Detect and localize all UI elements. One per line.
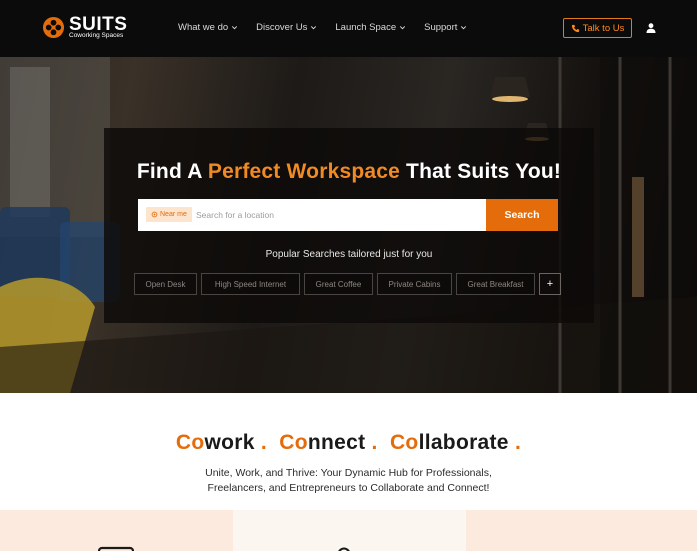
hero-headline: Find A Perfect Workspace That Suits You!: [104, 160, 594, 184]
top-navbar: SUITS Coworking Spaces What we do Discov…: [0, 0, 697, 57]
tagline-description: Unite, Work, and Thrive: Your Dynamic Hu…: [0, 466, 697, 496]
popular-searches-title: Popular Searches tailored just for you: [265, 249, 433, 260]
tagline-dot: .: [514, 431, 522, 454]
chevron-down-icon: [232, 26, 238, 30]
menu-label: What we do: [178, 22, 229, 33]
tagline-word1: work: [204, 431, 255, 454]
location-search-input[interactable]: [196, 199, 481, 231]
chevron-down-icon: [311, 26, 317, 30]
headline-post: That Suits You!: [406, 160, 562, 183]
user-icon[interactable]: [645, 22, 657, 34]
tagline-word3-accent: Co: [389, 431, 419, 454]
main-menu: What we do Discover Us Launch Space Supp…: [178, 22, 485, 33]
tagline-word2: nnect: [307, 431, 366, 454]
more-chips-button[interactable]: +: [539, 273, 561, 295]
location-pin-icon: [338, 547, 350, 551]
chip-high-speed-internet[interactable]: High Speed Internet: [201, 273, 300, 295]
near-me-button[interactable]: Near me: [146, 207, 192, 222]
description-line-1: Unite, Work, and Thrive: Your Dynamic Hu…: [205, 467, 492, 479]
description-line-2: Freelancers, and Entrepreneurs to Collab…: [207, 482, 490, 494]
talk-to-us-label: Talk to Us: [582, 22, 625, 34]
crosshair-icon: [151, 211, 158, 218]
chevron-down-icon: [400, 26, 406, 30]
menu-discover-us[interactable]: Discover Us: [256, 22, 318, 33]
feature-card: [0, 510, 233, 551]
menu-support[interactable]: Support: [424, 22, 468, 33]
phone-icon: [571, 24, 579, 32]
popular-search-chips: Open Desk High Speed Internet Great Coff…: [134, 273, 561, 295]
chip-open-desk[interactable]: Open Desk: [134, 273, 197, 295]
feature-cards: [0, 510, 697, 551]
chevron-down-icon: [461, 26, 467, 30]
menu-label: Launch Space: [335, 22, 397, 33]
tagline-dot: .: [260, 431, 268, 454]
chip-great-breakfast[interactable]: Great Breakfast: [456, 273, 535, 295]
tagline-word3: llaborate: [418, 431, 509, 454]
brand-logo[interactable]: SUITS Coworking Spaces: [42, 14, 137, 41]
menu-launch-space[interactable]: Launch Space: [335, 22, 407, 33]
chip-great-coffee[interactable]: Great Coffee: [304, 273, 373, 295]
search-button[interactable]: Search: [486, 199, 558, 231]
search-panel: Find A Perfect Workspace That Suits You!…: [104, 128, 594, 323]
feature-card: [233, 510, 466, 551]
menu-what-we-do[interactable]: What we do: [178, 22, 239, 33]
chip-private-cabins[interactable]: Private Cabins: [377, 273, 452, 295]
headline-accent: Perfect Workspace: [207, 160, 400, 183]
menu-label: Support: [424, 22, 458, 33]
brand-subtitle: Coworking Spaces: [69, 32, 124, 39]
tagline-word1-accent: Co: [175, 431, 205, 454]
search-box: Near me: [138, 199, 486, 231]
tagline-section: Cowork . Connect . Collaborate . Unite, …: [0, 393, 697, 510]
laptop-icon: [98, 546, 134, 551]
headline-pre: Find A: [136, 160, 202, 183]
logo-mark-icon: [42, 16, 65, 39]
tagline-heading: Cowork . Connect . Collaborate .: [0, 431, 697, 455]
feature-card: [466, 510, 697, 551]
hero-section: Find A Perfect Workspace That Suits You!…: [0, 57, 697, 393]
talk-to-us-button[interactable]: Talk to Us: [563, 18, 632, 38]
tagline-word2-accent: Co: [279, 431, 308, 454]
search-bar: Near me Search: [138, 199, 558, 231]
menu-label: Discover Us: [256, 22, 308, 33]
tagline-dot: .: [371, 431, 378, 454]
near-me-label: Near me: [160, 211, 187, 218]
